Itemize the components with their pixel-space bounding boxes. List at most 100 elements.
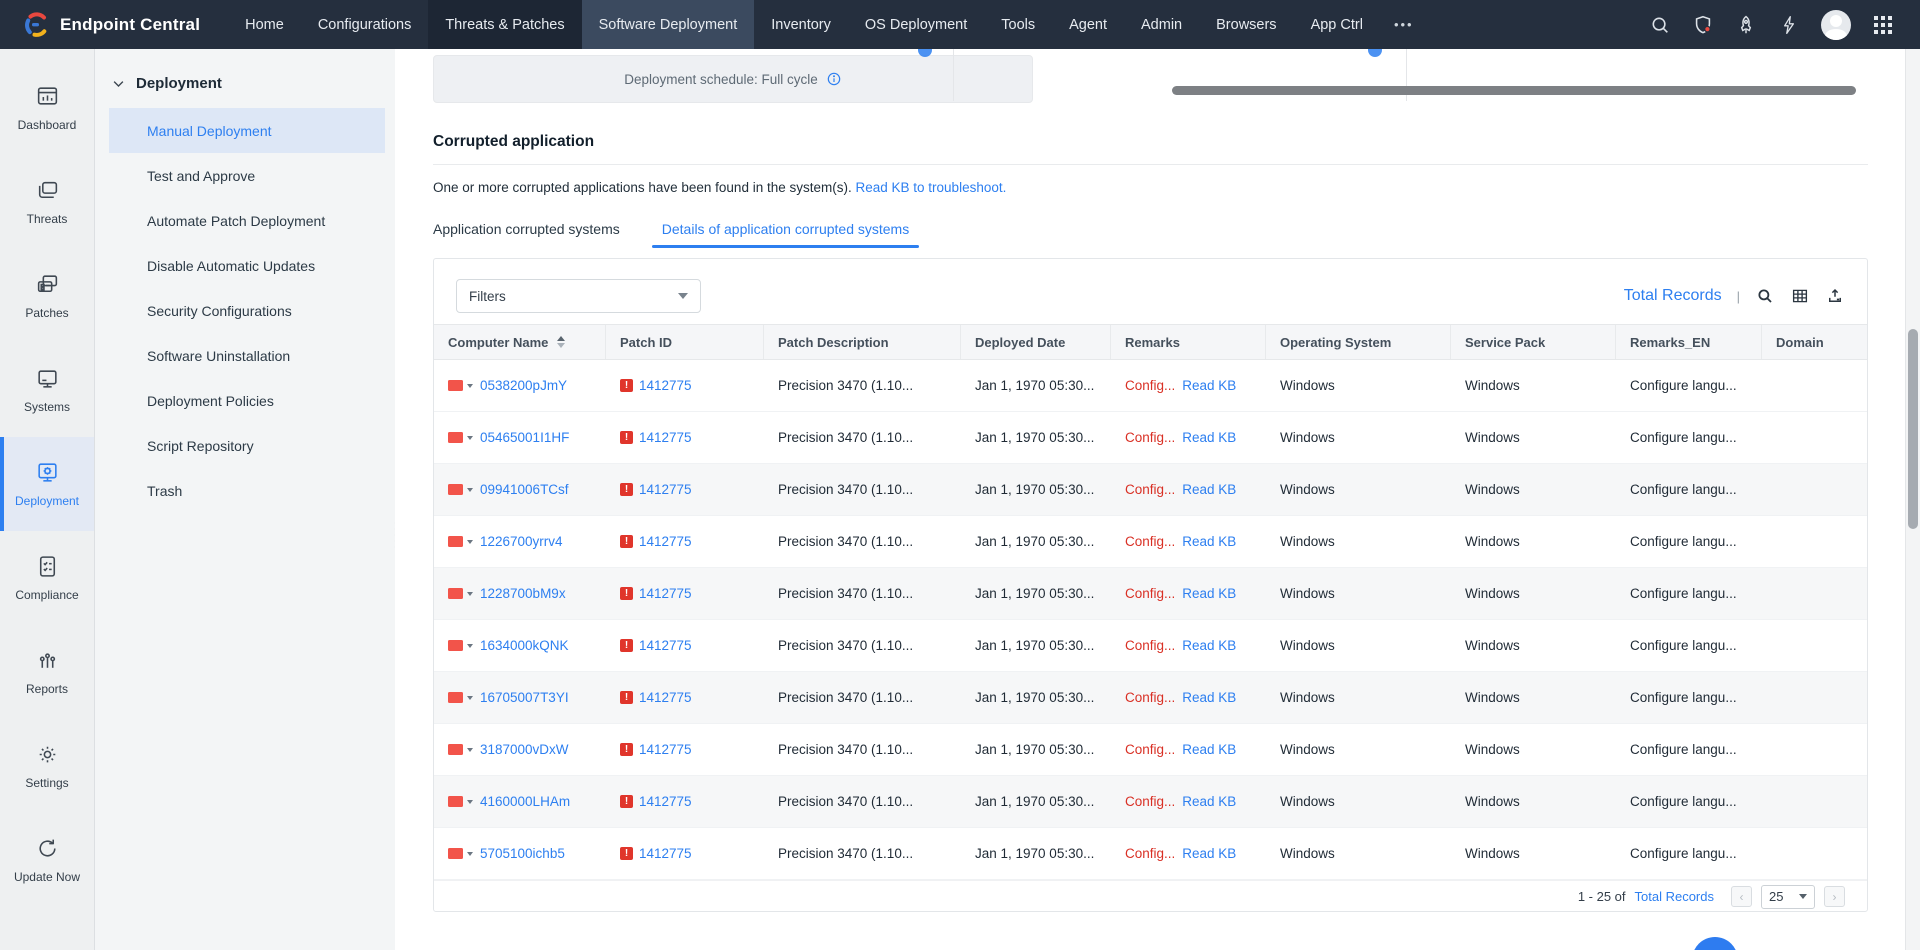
row-actions-caret-icon[interactable]: [467, 488, 473, 492]
read-kb-link[interactable]: Read KB: [1182, 794, 1236, 809]
remark-error-text[interactable]: Config...: [1125, 534, 1175, 549]
read-kb-link[interactable]: Read KB: [1182, 638, 1236, 653]
nav-item-configurations[interactable]: Configurations: [301, 0, 429, 49]
remark-error-text[interactable]: Config...: [1125, 638, 1175, 653]
column-chooser-icon[interactable]: [1790, 286, 1810, 306]
read-kb-link[interactable]: Read KB: [1182, 742, 1236, 757]
remark-error-text[interactable]: Config...: [1125, 742, 1175, 757]
sidebar-item-compliance[interactable]: Compliance: [0, 531, 94, 625]
submenu-item-disable-automatic-updates[interactable]: Disable Automatic Updates: [109, 243, 385, 288]
column-header-deployed-date[interactable]: Deployed Date: [961, 325, 1111, 359]
submenu-item-software-uninstallation[interactable]: Software Uninstallation: [109, 333, 385, 378]
nav-item-threats-patches[interactable]: Threats & Patches: [428, 0, 581, 49]
submenu-item-manual-deployment[interactable]: Manual Deployment: [109, 108, 385, 153]
submenu-item-security-configurations[interactable]: Security Configurations: [109, 288, 385, 333]
nav-item-tools[interactable]: Tools: [984, 0, 1052, 49]
search-icon[interactable]: [1649, 14, 1671, 36]
patch-id-link[interactable]: 1412775: [639, 690, 692, 705]
computer-name-link[interactable]: 5705100ichb5: [480, 846, 565, 861]
horizontal-scrollbar-thumb[interactable]: [1172, 86, 1856, 95]
sidebar-item-dashboard[interactable]: Dashboard: [0, 61, 94, 155]
read-kb-link[interactable]: Read KB: [1182, 534, 1236, 549]
row-actions-caret-icon[interactable]: [467, 436, 473, 440]
row-actions-caret-icon[interactable]: [467, 384, 473, 388]
security-shield-icon[interactable]: [1692, 14, 1714, 36]
read-kb-link[interactable]: Read KB: [1182, 430, 1236, 445]
page-size-select[interactable]: 25: [1761, 885, 1815, 909]
total-records-link[interactable]: Total Records: [1624, 287, 1722, 305]
nav-item-agent[interactable]: Agent: [1052, 0, 1124, 49]
nav-item-software-deployment[interactable]: Software Deployment: [582, 0, 755, 49]
computer-name-link[interactable]: 05465001I1HF: [480, 430, 569, 445]
read-kb-link[interactable]: Read KB: [1182, 690, 1236, 705]
read-kb-link[interactable]: Read KB: [1182, 586, 1236, 601]
patch-id-link[interactable]: 1412775: [639, 638, 692, 653]
computer-name-link[interactable]: 1634000kQNK: [480, 638, 569, 653]
rocket-icon[interactable]: [1735, 14, 1757, 36]
nav-item-app-ctrl[interactable]: App Ctrl: [1294, 0, 1380, 49]
computer-name-link[interactable]: 1228700bM9x: [480, 586, 566, 601]
table-row[interactable]: 1226700yrrv4 1412775 Precision 3470 (1.1…: [434, 516, 1867, 568]
sidebar-item-patches[interactable]: Patches: [0, 249, 94, 343]
read-kb-link[interactable]: Read KB: [1182, 378, 1236, 393]
table-row[interactable]: 3187000vDxW 1412775 Precision 3470 (1.10…: [434, 724, 1867, 776]
column-header-patch-description[interactable]: Patch Description: [764, 325, 961, 359]
computer-name-link[interactable]: 3187000vDxW: [480, 742, 569, 757]
row-actions-caret-icon[interactable]: [467, 800, 473, 804]
row-actions-caret-icon[interactable]: [467, 540, 473, 544]
submenu-item-trash[interactable]: Trash: [109, 468, 385, 513]
remark-error-text[interactable]: Config...: [1125, 430, 1175, 445]
lightning-icon[interactable]: [1778, 14, 1800, 36]
nav-item-admin[interactable]: Admin: [1124, 0, 1199, 49]
row-actions-caret-icon[interactable]: [467, 748, 473, 752]
submenu-item-deployment-policies[interactable]: Deployment Policies: [109, 378, 385, 423]
table-row[interactable]: 4160000LHAm 1412775 Precision 3470 (1.10…: [434, 776, 1867, 828]
column-header-remarks-en[interactable]: Remarks_EN: [1616, 325, 1762, 359]
table-row[interactable]: 5705100ichb5 1412775 Precision 3470 (1.1…: [434, 828, 1867, 880]
table-row[interactable]: 09941006TCsf 1412775 Precision 3470 (1.1…: [434, 464, 1867, 516]
patch-id-link[interactable]: 1412775: [639, 378, 692, 393]
filters-dropdown[interactable]: Filters: [456, 279, 701, 313]
patch-id-link[interactable]: 1412775: [639, 794, 692, 809]
computer-name-link[interactable]: 09941006TCsf: [480, 482, 569, 497]
row-actions-caret-icon[interactable]: [467, 592, 473, 596]
remark-error-text[interactable]: Config...: [1125, 586, 1175, 601]
read-kb-link[interactable]: Read KB: [1182, 482, 1236, 497]
column-header-remarks[interactable]: Remarks: [1111, 325, 1266, 359]
submenu-item-test-and-approve[interactable]: Test and Approve: [109, 153, 385, 198]
submenu-item-script-repository[interactable]: Script Repository: [109, 423, 385, 468]
remark-error-text[interactable]: Config...: [1125, 690, 1175, 705]
table-row[interactable]: 0538200pJmY 1412775 Precision 3470 (1.10…: [434, 360, 1867, 412]
table-row[interactable]: 1634000kQNK 1412775 Precision 3470 (1.10…: [434, 620, 1867, 672]
computer-name-link[interactable]: 0538200pJmY: [480, 378, 567, 393]
remark-error-text[interactable]: Config...: [1125, 482, 1175, 497]
info-icon[interactable]: [826, 71, 842, 87]
table-row[interactable]: 05465001I1HF 1412775 Precision 3470 (1.1…: [434, 412, 1867, 464]
previous-page-button[interactable]: ‹: [1731, 886, 1752, 907]
remark-error-text[interactable]: Config...: [1125, 794, 1175, 809]
patch-id-link[interactable]: 1412775: [639, 846, 692, 861]
pagination-total-records-link[interactable]: Total Records: [1635, 889, 1714, 904]
brand[interactable]: Endpoint Central: [0, 12, 228, 38]
column-header-operating-system[interactable]: Operating System: [1266, 325, 1451, 359]
sidebar-item-reports[interactable]: Reports: [0, 625, 94, 719]
sidebar-item-settings[interactable]: Settings: [0, 719, 94, 813]
read-kb-link[interactable]: Read KB: [1182, 846, 1236, 861]
sidebar-item-deployment[interactable]: Deployment: [0, 437, 94, 531]
column-header-service-pack[interactable]: Service Pack: [1451, 325, 1616, 359]
vertical-scrollbar-thumb[interactable]: [1908, 329, 1918, 529]
remark-error-text[interactable]: Config...: [1125, 846, 1175, 861]
sidebar-item-threats[interactable]: Threats: [0, 155, 94, 249]
patch-id-link[interactable]: 1412775: [639, 534, 692, 549]
nav-item-browsers[interactable]: Browsers: [1199, 0, 1293, 49]
table-search-icon[interactable]: [1755, 286, 1775, 306]
tab-application-corrupted-systems[interactable]: Application corrupted systems: [433, 221, 620, 248]
computer-name-link[interactable]: 16705007T3YI: [480, 690, 569, 705]
nav-item-os-deployment[interactable]: OS Deployment: [848, 0, 984, 49]
read-kb-troubleshoot-link[interactable]: Read KB to troubleshoot.: [856, 180, 1007, 195]
column-header-patch-id[interactable]: Patch ID: [606, 325, 764, 359]
help-chat-button[interactable]: [1692, 937, 1738, 950]
vertical-scrollbar[interactable]: [1905, 49, 1920, 950]
remark-error-text[interactable]: Config...: [1125, 378, 1175, 393]
table-row[interactable]: 16705007T3YI 1412775 Precision 3470 (1.1…: [434, 672, 1867, 724]
